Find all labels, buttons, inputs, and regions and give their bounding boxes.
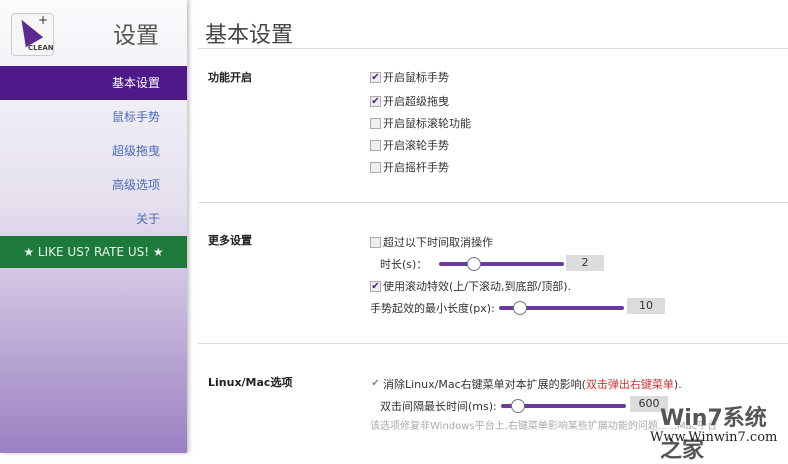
option-cancel-timeout[interactable]: 超过以下时间取消操作	[370, 234, 493, 250]
option-label: 开启摇杆手势	[383, 161, 449, 174]
divider	[198, 48, 788, 49]
checkbox[interactable]: ✔	[370, 378, 381, 390]
sidebar-item-advanced[interactable]: 高级选项	[0, 168, 187, 202]
divider	[198, 343, 788, 344]
checkbox[interactable]: ✔	[370, 95, 381, 107]
option-label: 开启滚轮手势	[383, 139, 449, 152]
option-mouse-gesture[interactable]: ✔ 开启鼠标手势	[370, 69, 449, 85]
option-label: 开启鼠标手势	[383, 71, 449, 84]
slider-knob[interactable]	[467, 257, 482, 271]
page-title: 基本设置	[205, 23, 294, 48]
sidebar-title: 设置	[113, 23, 159, 49]
option-label: 消除Linux/Mac右键菜单对本扩展的影响(	[383, 378, 586, 391]
interval-slider[interactable]	[500, 399, 626, 413]
min-length-slider[interactable]	[498, 301, 624, 315]
duration-row: 时长(s)：	[380, 256, 565, 272]
min-length-row: 手势起效的最小长度(px):	[370, 300, 624, 316]
app-logo: + CLEAN	[11, 13, 54, 56]
checkbox[interactable]: ✔	[370, 71, 381, 83]
sidebar-item-about[interactable]: 关于	[0, 202, 187, 236]
duration-slider[interactable]	[439, 257, 565, 271]
slider-knob[interactable]	[512, 301, 527, 315]
option-label: 超过以下时间取消操作	[383, 236, 493, 249]
sidebar-item-mouse-gesture[interactable]: 鼠标手势	[0, 100, 187, 134]
duration-value: 2	[566, 255, 604, 271]
option-hint: 双击弹出右键菜单	[585, 378, 674, 391]
option-label: 开启鼠标滚轮功能	[383, 117, 471, 130]
option-rocker-gesture[interactable]: 开启摇杆手势	[370, 159, 449, 175]
divider	[198, 202, 788, 203]
sidebar: + CLEAN 设置 基本设置 鼠标手势 超级拖曳 高级选项 关于 ★ LIKE …	[0, 0, 187, 453]
interval-label: 双击间隔最长时间(ms):	[380, 400, 497, 413]
option-label: 开启超级拖曳	[383, 95, 449, 108]
sidebar-item-super-drag[interactable]: 超级拖曳	[0, 134, 187, 168]
option-scroll-effect[interactable]: ✔ 使用滚动特效(上/下滚动,到底部/顶部).	[370, 278, 571, 294]
option-linux-fix[interactable]: ✔ 消除Linux/Mac右键菜单对本扩展的影响(双击弹出右键菜单).	[370, 376, 682, 392]
checkbox[interactable]	[370, 161, 381, 173]
section-more-label: 更多设置	[208, 234, 252, 247]
watermark-url: Www.Winwin7.com	[650, 430, 778, 445]
checkbox[interactable]	[370, 117, 381, 129]
section-features-label: 功能开启	[208, 71, 252, 84]
option-wheel-gesture[interactable]: 开启滚轮手势	[370, 137, 449, 153]
option-label: 使用滚动特效(上/下滚动,到底部/顶部).	[383, 280, 571, 293]
checkbox[interactable]: ✔	[370, 280, 381, 292]
sidebar-item-basic[interactable]: 基本设置	[0, 66, 187, 100]
interval-row: 双击间隔最长时间(ms):	[380, 398, 626, 414]
min-length-value: 10	[627, 298, 665, 314]
rate-us-button[interactable]: ★ LIKE US? RATE US! ★	[0, 236, 187, 268]
option-super-drag[interactable]: ✔ 开启超级拖曳	[370, 93, 449, 109]
slider-knob[interactable]	[510, 399, 525, 413]
duration-label: 时长(s)：	[380, 258, 428, 271]
checkbox[interactable]	[370, 139, 381, 151]
checkbox[interactable]	[370, 236, 381, 248]
option-wheel[interactable]: 开启鼠标滚轮功能	[370, 115, 471, 131]
option-tail: ).	[673, 377, 682, 391]
min-length-label: 手势起效的最小长度(px):	[370, 302, 495, 315]
section-linux-label: Linux/Mac选项	[208, 376, 293, 389]
logo-text: CLEAN	[28, 44, 54, 52]
